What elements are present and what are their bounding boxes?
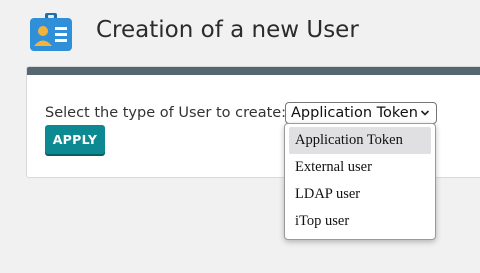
user-type-select-value: Application Token	[291, 105, 418, 121]
user-type-label: Select the type of User to create:	[45, 105, 287, 121]
user-type-dropdown-list: Application Token External user LDAP use…	[284, 123, 436, 240]
page-header: Creation of a new User	[0, 0, 480, 66]
page-title: Creation of a new User	[96, 17, 359, 43]
option-external-user[interactable]: External user	[289, 154, 431, 181]
user-type-select[interactable]: Application Token	[285, 102, 437, 124]
card-header-bar	[27, 67, 480, 75]
apply-button[interactable]: APPLY	[45, 125, 105, 154]
option-ldap-user[interactable]: LDAP user	[289, 181, 431, 208]
chevron-down-icon	[420, 110, 430, 116]
user-badge-icon	[30, 13, 72, 51]
option-application-token[interactable]: Application Token	[289, 127, 431, 154]
option-itop-user[interactable]: iTop user	[289, 208, 431, 235]
